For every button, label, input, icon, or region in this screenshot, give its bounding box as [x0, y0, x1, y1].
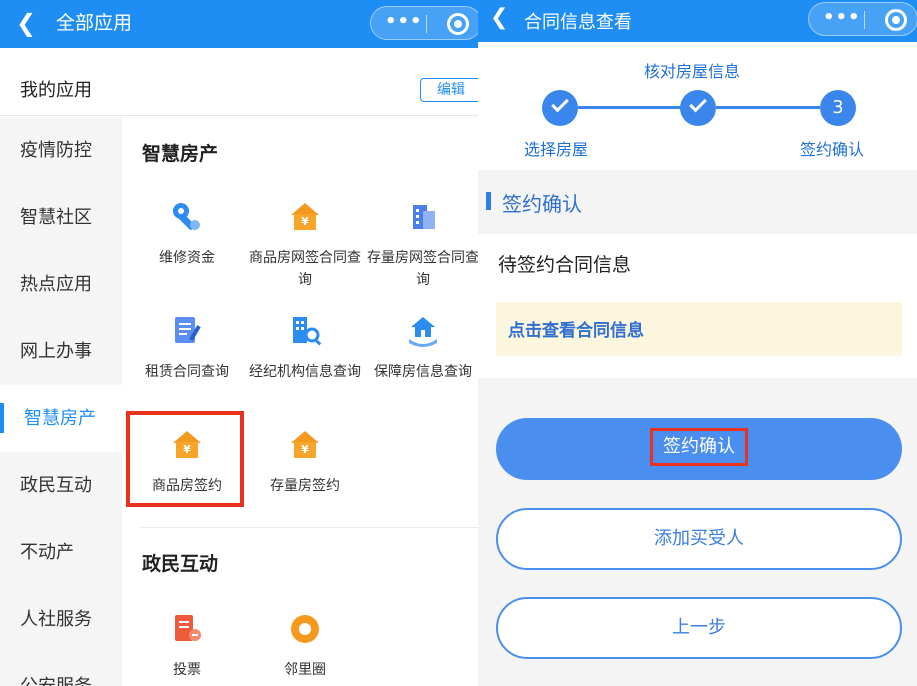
app-label: 保障房信息查询	[374, 364, 472, 380]
app-label: 维修资金	[159, 250, 215, 266]
section-title: 签约确认	[502, 192, 582, 216]
confirm-signing-label: 签约确认	[650, 428, 748, 466]
highlight-annotation-box	[126, 411, 244, 507]
mini-program-capsule: •••	[808, 2, 917, 36]
page-title: 合同信息查看	[524, 12, 632, 33]
pending-contract-card: 待签约合同信息 点击查看合同信息	[478, 234, 917, 378]
capsule-divider	[864, 11, 865, 29]
section-title-public-interaction: 政民互动	[142, 553, 219, 575]
sidebar-item-online-services[interactable]: 网上办事	[0, 318, 122, 385]
edit-button[interactable]: 编辑	[420, 78, 478, 102]
app-label: 商品房网签合同查询	[249, 250, 361, 288]
sidebar-item-hot-apps[interactable]: 热点应用	[0, 251, 122, 318]
step-connector	[578, 106, 682, 109]
app-label: 存量房签约	[270, 478, 340, 494]
app-vote[interactable]: 投票	[128, 611, 246, 681]
step-2-done	[680, 90, 716, 126]
app-header: ❮ 合同信息查看 •••	[478, 0, 917, 42]
add-buyer-button[interactable]: 添加买受人	[496, 508, 902, 570]
mini-program-capsule: •••	[370, 6, 478, 40]
section-marker	[486, 192, 491, 210]
building-document-icon	[405, 199, 441, 235]
more-icon[interactable]: •••	[823, 7, 861, 28]
step-1-done	[542, 90, 578, 126]
app-label: 投票	[173, 662, 201, 678]
close-target-icon[interactable]	[885, 9, 907, 31]
house-yen-icon: ¥	[287, 427, 323, 463]
step-label-verify-house: 核对房屋信息	[644, 62, 741, 81]
app-label: 邻里圈	[284, 662, 326, 678]
building-search-icon	[287, 313, 323, 349]
app-maintenance-fund[interactable]: 维修资金	[128, 199, 246, 269]
app-neighborhood-circle[interactable]: 邻里圈	[246, 611, 364, 681]
app-rental-contract-query[interactable]: 租赁合同查询	[128, 313, 246, 383]
chevron-left-icon[interactable]: ❮	[16, 8, 36, 38]
app-existing-house-contract-query[interactable]: 存量房网签合同查询	[364, 199, 478, 291]
sidebar-item-real-estate[interactable]: 不动产	[0, 519, 122, 586]
app-existing-house-signing[interactable]: ¥ 存量房签约	[246, 427, 364, 497]
step-3-current: 3	[820, 90, 856, 126]
house-yen-icon: ¥	[287, 199, 323, 235]
neighborhood-circle-icon	[287, 611, 323, 647]
contract-info-screen: ❮ 合同信息查看 ••• 核对房屋信息 3 选择房屋 签约确认 签约确认 待签约…	[478, 0, 917, 686]
close-target-icon[interactable]	[447, 13, 469, 35]
document-edit-icon	[169, 313, 205, 349]
category-sidebar: 疫情防控 智慧社区 热点应用 网上办事 智慧房产 政民互动 不动产 人社服务 公…	[0, 117, 122, 686]
sidebar-item-smart-property[interactable]: 智慧房产	[0, 385, 122, 452]
card-title: 待签约合同信息	[498, 254, 632, 276]
previous-step-button[interactable]: 上一步	[496, 597, 902, 659]
app-label: 经纪机构信息查询	[249, 364, 361, 380]
sidebar-item-social-security[interactable]: 人社服务	[0, 586, 122, 653]
section-header: 签约确认	[478, 178, 917, 226]
wrench-icon	[169, 199, 205, 235]
app-affordable-housing-query[interactable]: 保障房信息查询	[364, 313, 478, 383]
capsule-divider	[426, 15, 427, 33]
section-divider	[140, 527, 478, 528]
check-icon	[551, 94, 569, 113]
app-grid-panel: 智慧房产 维修资金 ¥ 商品房网签合同查询 存量房网签合同查询 租赁合同查询 经…	[122, 117, 478, 686]
view-contract-link-label: 点击查看合同信息	[508, 321, 644, 341]
view-contract-link[interactable]: 点击查看合同信息	[496, 302, 902, 356]
progress-steps: 核对房屋信息 3 选择房屋 签约确认	[478, 42, 917, 170]
step-connector	[716, 106, 820, 109]
app-label: 存量房网签合同查询	[367, 250, 478, 288]
page-title: 全部应用	[56, 12, 133, 34]
app-header: ❮ 全部应用 •••	[0, 0, 478, 48]
house-hand-icon	[405, 313, 441, 349]
all-apps-screen: ❮ 全部应用 ••• 我的应用 编辑 疫情防控 智慧社区 热点应用 网上办事 智…	[0, 0, 478, 686]
sidebar-item-police[interactable]: 公安服务	[0, 653, 122, 686]
app-agency-info-query[interactable]: 经纪机构信息查询	[246, 313, 364, 383]
sidebar-item-community[interactable]: 智慧社区	[0, 184, 122, 251]
step-label-confirm-signing: 签约确认	[800, 140, 865, 159]
my-apps-title: 我的应用	[20, 80, 92, 101]
sidebar-item-epidemic[interactable]: 疫情防控	[0, 117, 122, 184]
my-apps-bar: 我的应用 编辑	[0, 48, 478, 116]
sidebar-item-public-interaction[interactable]: 政民互动	[0, 452, 122, 519]
check-icon	[689, 94, 707, 113]
confirm-signing-button[interactable]: 签约确认	[496, 418, 902, 480]
app-label: 租赁合同查询	[145, 364, 229, 380]
app-new-house-contract-query[interactable]: ¥ 商品房网签合同查询	[246, 199, 364, 291]
step-label-select-house: 选择房屋	[524, 140, 589, 159]
chevron-left-icon[interactable]: ❮	[490, 5, 508, 30]
section-title-smart-property: 智慧房产	[142, 143, 219, 165]
vote-icon	[169, 611, 205, 647]
more-icon[interactable]: •••	[385, 11, 423, 32]
